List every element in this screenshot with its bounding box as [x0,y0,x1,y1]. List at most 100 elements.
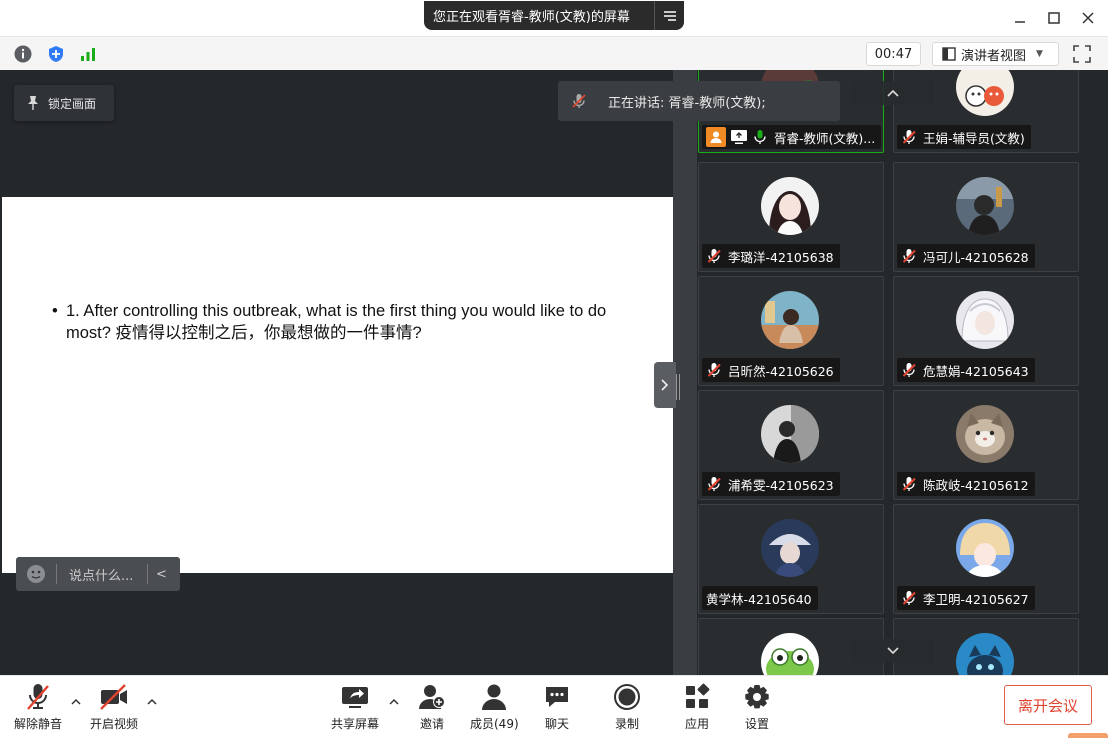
members-label: 成员(49) [470,717,519,731]
gear-icon [745,685,769,709]
muted-mic-icon [707,249,721,263]
participant-avatar [761,177,819,235]
unmute-button[interactable]: 解除静音 [14,682,62,732]
meeting-timer: 00:47 [866,42,921,66]
signal-strength-icon[interactable] [79,45,97,63]
participant-tile[interactable]: 陈政岐-42105612 [893,390,1079,500]
members-icon [482,684,507,710]
chat-button[interactable]: 聊天 [543,682,571,732]
slide-question: • 1. After controlling this outbreak, wh… [52,300,612,344]
settings-label: 设置 [744,717,769,731]
leave-meeting-button[interactable]: 离开会议 [1004,685,1092,725]
participant-name: 李卫明-42105627 [923,591,1029,607]
chat-label: 聊天 [544,717,569,731]
participant-nameplate: 黄学林-42105640 [702,586,818,610]
screen-share-icon [731,130,747,144]
participant-nameplate: 李璐洋-42105638 [702,244,840,268]
close-icon[interactable] [1078,8,1098,28]
security-shield-icon[interactable] [47,45,65,63]
share-screen-label: 共享屏幕 [331,717,380,731]
slide-bullet: • [52,302,58,320]
share-screen-button[interactable]: 共享屏幕 [331,682,379,732]
participant-tile[interactable]: 浦希雯-42105623 [698,390,884,500]
video-options-chevron-icon[interactable] [146,696,158,708]
maximize-icon[interactable] [1044,8,1064,28]
invite-label: 邀请 [419,717,444,731]
speaking-text: 正在讲话: 胥睿-教师(文教); [608,95,766,111]
emoji-icon[interactable] [26,564,46,584]
participant-tile[interactable]: 李璐洋-42105638 [698,162,884,272]
presentation-slide: • 1. After controlling this outbreak, wh… [2,197,673,573]
speaker-view-icon [942,47,956,61]
chevron-right-icon [661,379,669,391]
quick-chat-box[interactable]: 说点什么... < [16,557,180,591]
share-banner-text: 您正在观看胥睿-教师(文教)的屏幕 [433,10,630,25]
video-off-icon [100,684,127,710]
panel-divider [673,70,697,675]
participant-name: 王娟-辅导员(文教) [923,130,1025,146]
chat-separator [147,564,148,584]
share-options-chevron-icon[interactable] [388,696,400,708]
view-mode-dropdown[interactable]: 演讲者视图 ▼ [932,42,1059,66]
participant-avatar [956,633,1014,675]
settings-button[interactable]: 设置 [743,682,771,732]
participant-tile[interactable]: 吕昕然-42105626 [698,276,884,386]
resize-grip[interactable] [676,374,680,400]
chevron-down-icon [887,647,899,655]
participant-tile[interactable]: 黄学林-42105640 [698,504,884,614]
muted-mic-icon [902,130,916,144]
participant-avatar [761,633,819,675]
gallery-scroll-down-button[interactable] [852,639,934,663]
participant-avatar [956,405,1014,463]
record-button[interactable]: 录制 [613,682,641,732]
fullscreen-icon[interactable] [1072,44,1094,66]
share-menu-icon[interactable] [654,1,684,30]
participant-name: 黄学林-42105640 [706,591,812,607]
muted-mic-icon [902,249,916,263]
participant-tile[interactable]: 危慧娟-42105643 [893,276,1079,386]
apps-grid-icon [686,683,710,708]
shared-screen-area: • 1. After controlling this outbreak, wh… [0,70,840,675]
record-icon [614,684,640,710]
minimize-icon[interactable] [1010,8,1030,28]
invite-button[interactable]: 邀请 [418,682,446,732]
collapse-gallery-button[interactable] [654,362,676,408]
host-icon [706,127,726,147]
participant-tile[interactable]: 冯可儿-42105628 [893,162,1079,272]
participant-nameplate: 危慧娟-42105643 [897,358,1035,382]
participant-avatar [761,519,819,577]
participant-tile[interactable]: 李卫明-42105627 [893,504,1079,614]
participant-nameplate: 浦希雯-42105623 [702,472,840,496]
participant-name: 冯可儿-42105628 [923,249,1029,265]
active-speaker-indicator: 正在讲话: 胥睿-教师(文教); [558,81,840,121]
apps-label: 应用 [684,717,709,731]
start-video-button[interactable]: 开启视频 [90,682,138,732]
participant-avatar [956,291,1014,349]
muted-mic-icon [572,94,586,108]
participant-name: 胥睿-教师(文教)... [774,130,876,146]
info-icon[interactable] [14,45,32,63]
unmute-label: 解除静音 [14,717,63,731]
participant-nameplate: 陈政岐-42105612 [897,472,1035,496]
muted-mic-icon [902,477,916,491]
chat-input[interactable]: 说点什么... [69,565,147,584]
apps-button[interactable]: 应用 [683,682,711,732]
chevron-up-icon [887,89,899,97]
participant-name: 浦希雯-42105623 [728,477,834,493]
gallery-scroll-up-button[interactable] [852,81,934,105]
participant-avatar [956,177,1014,235]
audio-options-chevron-icon[interactable] [70,696,82,708]
chevron-down-icon: ▼ [1036,49,1043,59]
participant-avatar [956,70,1014,116]
chevron-left-icon[interactable]: < [156,567,167,582]
participant-nameplate: 胥睿-教师(文教)... [702,125,882,149]
participant-name: 吕昕然-42105626 [728,363,834,379]
members-button[interactable]: 成员(49) [470,682,519,732]
participant-name: 陈政岐-42105612 [923,477,1029,493]
status-bar: 00:47 演讲者视图 ▼ [0,36,1108,70]
view-mode-label: 演讲者视图 [961,48,1027,64]
meeting-toolbar: 解除静音 开启视频 共享屏幕 邀请 成员(49) 聊天 录制 应用 设置 离开会… [0,675,1108,738]
lock-screen-button[interactable]: 锁定画面 [14,85,114,121]
participant-avatar [761,405,819,463]
share-banner[interactable]: 您正在观看胥睿-教师(文教)的屏幕 [424,1,684,30]
